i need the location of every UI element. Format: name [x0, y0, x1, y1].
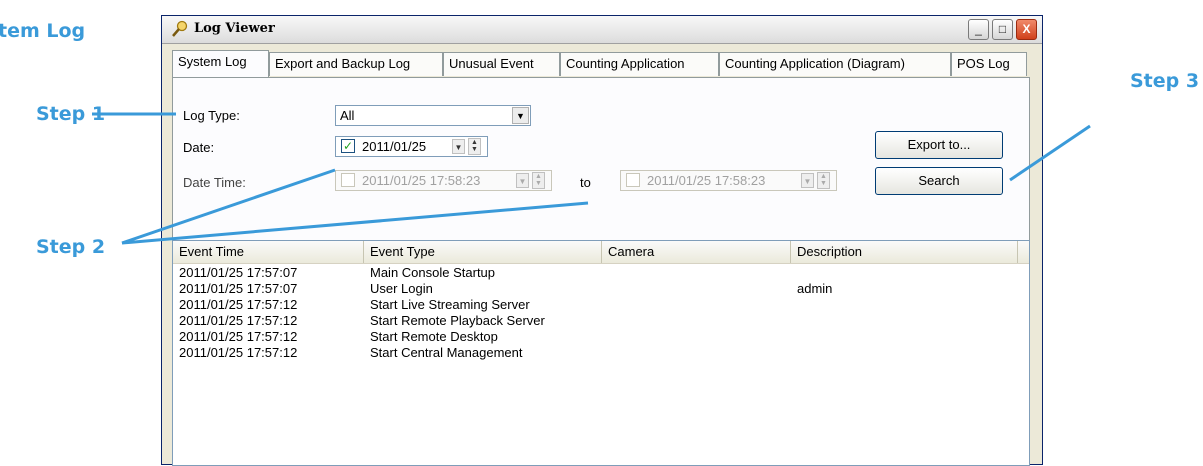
step3-pointer-line [1009, 124, 1091, 182]
tab-system-log[interactable]: System Log [172, 50, 269, 77]
step2-pointer-line-datetime [121, 201, 589, 245]
step2-pointer-line-date [121, 168, 336, 245]
